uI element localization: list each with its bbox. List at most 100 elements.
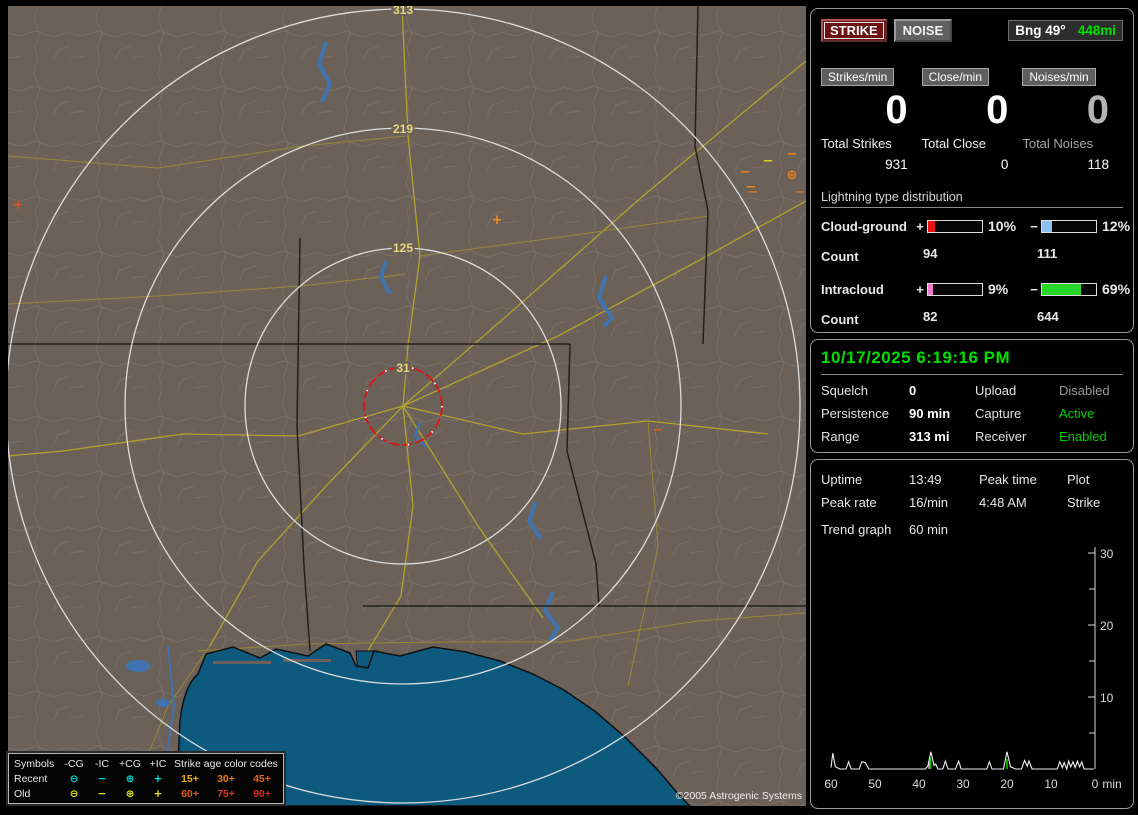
cloud-ground-label: Cloud-ground <box>821 219 913 234</box>
status-panel: STRIKE NOISE Bng 49° 448mi Strikes/min 0… <box>810 8 1134 815</box>
upload-label: Upload <box>975 383 1059 398</box>
peak-time-value: 4:48 AM <box>979 495 1067 510</box>
plot-label: Plot <box>1067 472 1123 487</box>
uptime-label: Uptime <box>821 472 909 487</box>
range-label: Range <box>821 429 909 444</box>
ring-label-219: 219 <box>393 122 413 136</box>
peak-rate-value: 16/min <box>909 495 979 510</box>
bearing-label: Bng 49° <box>1015 23 1065 38</box>
distribution-title: Lightning type distribution <box>821 190 1123 208</box>
noises-per-min-button[interactable]: Noises/min <box>1022 68 1095 86</box>
trend-graph-label: Trend graph <box>821 522 909 537</box>
legend-header-pcg: +CG <box>116 756 144 771</box>
ring-label-31: 31 <box>396 361 410 375</box>
receiver-value: Enabled <box>1059 429 1123 444</box>
peak-time-label: Peak time <box>979 472 1067 487</box>
persistence-label: Persistence <box>821 406 909 421</box>
legend-row-old: Old <box>12 786 60 801</box>
x-tick-60: 60 <box>824 777 838 791</box>
x-tick-40: 40 <box>912 777 926 791</box>
distribution-table: Cloud-ground + 10% − 12% Count 94 111 In… <box>821 218 1123 324</box>
total-strikes-value: 931 <box>821 157 922 172</box>
age-75: 75+ <box>208 786 244 801</box>
legend-header-symbols: Symbols <box>12 756 60 771</box>
plus-ic-old-icon: + <box>144 786 172 801</box>
trend-graph: 30 20 10 60 50 40 30 20 10 0 min <box>821 539 1123 800</box>
ring-label-313: 313 <box>393 6 413 17</box>
squelch-label: Squelch <box>821 383 909 398</box>
age-60: 60+ <box>172 786 208 801</box>
ic-positive-count: 82 <box>913 309 1027 324</box>
strikes-per-min-value: 0 <box>821 88 922 132</box>
copyright-text: ©2005 Astrogenic Systems <box>676 790 802 802</box>
y-tick-20: 20 <box>1100 619 1114 633</box>
ic-negative-count: 644 <box>1027 309 1135 324</box>
minus-cg-old-icon: ⊖ <box>60 786 88 801</box>
intracloud-label: Intracloud <box>821 282 913 297</box>
legend-header-pic: +IC <box>144 756 172 771</box>
legend-row-recent: Recent <box>12 771 60 786</box>
cg-negative-pct: 12% <box>1097 218 1135 234</box>
x-tick-30: 30 <box>956 777 970 791</box>
age-90: 90+ <box>244 786 280 801</box>
plus-sign: + <box>913 219 927 234</box>
cg-negative-count: 111 <box>1027 246 1135 261</box>
total-noises-label: Total Noises <box>1022 136 1123 151</box>
plot-value: Strike <box>1067 495 1123 510</box>
range-value: 313 mi <box>909 429 975 444</box>
close-per-min-value: 0 <box>922 88 1023 132</box>
x-tick-10: 10 <box>1044 777 1058 791</box>
uptime-value: 13:49 <box>909 472 979 487</box>
lightning-map[interactable]: 313 219 125 31 ++−−−−⊕−−− Symbols -CG -I… <box>8 6 806 806</box>
squelch-value: 0 <box>909 383 975 398</box>
settings-box: 10/17/2025 6:19:16 PM Squelch 0 Upload D… <box>810 339 1134 453</box>
minus-cg-recent-icon: ⊖ <box>60 771 88 786</box>
trend-window-value: 60 min <box>909 522 1123 537</box>
bearing-readout: Bng 49° 448mi <box>1008 20 1123 41</box>
plus-cg-recent-icon: ⊕ <box>116 771 144 786</box>
x-tick-50: 50 <box>868 777 882 791</box>
strikes-column: Strikes/min 0 Total Strikes 931 <box>821 68 922 172</box>
total-close-value: 0 <box>922 157 1023 172</box>
capture-label: Capture <box>975 406 1059 421</box>
y-tick-10: 10 <box>1100 691 1114 705</box>
noises-per-min-value: 0 <box>1022 88 1123 132</box>
trend-line <box>831 752 1094 769</box>
minus-ic-old-icon: − <box>88 786 116 801</box>
x-tick-20: 20 <box>1000 777 1014 791</box>
trend-strike-marks <box>929 757 1007 769</box>
cg-positive-bar <box>927 220 983 233</box>
total-noises-value: 118 <box>1022 157 1123 172</box>
peak-rate-label: Peak rate <box>821 495 909 510</box>
ic-positive-bar <box>927 283 983 296</box>
cg-positive-count: 94 <box>913 246 1027 261</box>
legend-header-nic: -IC <box>88 756 116 771</box>
plus-cg-old-icon: ⊕ <box>116 786 144 801</box>
count-label: Count <box>821 249 913 259</box>
cg-positive-pct: 10% <box>983 218 1027 234</box>
barrier-island <box>213 661 271 664</box>
persistence-value: 90 min <box>909 406 975 421</box>
age-30: 30+ <box>208 771 244 786</box>
ic-positive-pct: 9% <box>983 281 1027 297</box>
ic-negative-pct: 69% <box>1097 281 1135 297</box>
ring-label-125: 125 <box>393 241 413 255</box>
map-legend: Symbols -CG -IC +CG +IC Strike age color… <box>8 753 284 804</box>
upload-value: Disabled <box>1059 383 1123 398</box>
capture-value: Active <box>1059 406 1123 421</box>
plus-ic-recent-icon: + <box>144 771 172 786</box>
noise-toggle-button[interactable]: NOISE <box>894 19 952 42</box>
counters-box: STRIKE NOISE Bng 49° 448mi Strikes/min 0… <box>810 8 1134 333</box>
x-tick-0: 0 <box>1092 777 1099 791</box>
close-per-min-button[interactable]: Close/min <box>922 68 989 86</box>
noises-column: Noises/min 0 Total Noises 118 <box>1022 68 1123 172</box>
cg-negative-bar <box>1041 220 1097 233</box>
count-label: Count <box>821 312 913 322</box>
legend-header-ncg: -CG <box>60 756 88 771</box>
minus-ic-recent-icon: − <box>88 771 116 786</box>
minus-sign: − <box>1027 282 1041 297</box>
age-15: 15+ <box>172 771 208 786</box>
strikes-per-min-button[interactable]: Strikes/min <box>821 68 894 86</box>
strike-toggle-button[interactable]: STRIKE <box>821 19 887 42</box>
datetime-display: 10/17/2025 6:19:16 PM <box>821 348 1123 375</box>
